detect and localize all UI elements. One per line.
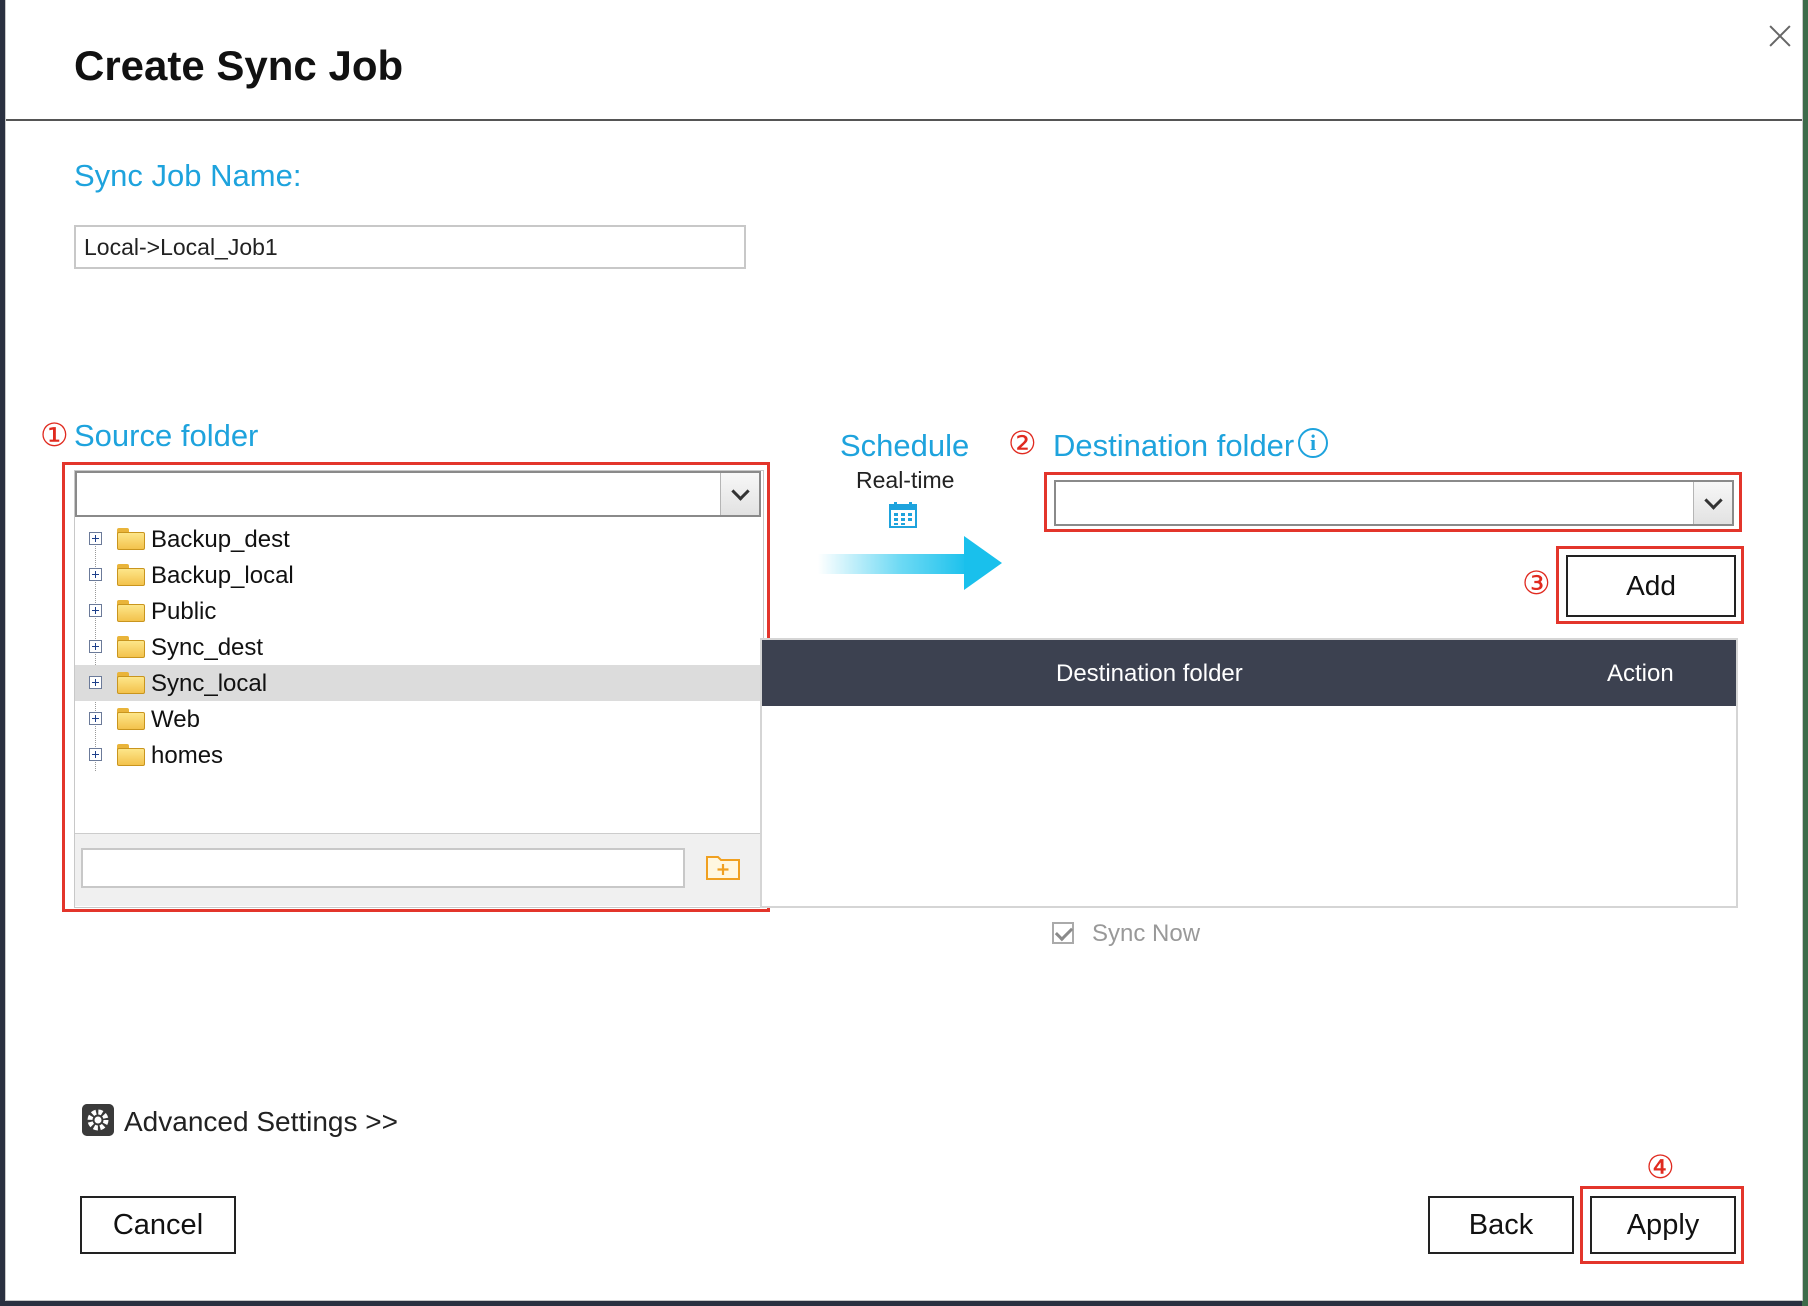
sync-direction-arrow — [818, 536, 1002, 590]
expand-icon[interactable] — [89, 532, 102, 545]
folder-icon — [117, 744, 145, 766]
apply-button[interactable]: Apply — [1590, 1196, 1736, 1254]
tree-item[interactable]: homes — [75, 737, 761, 773]
expand-icon[interactable] — [89, 640, 102, 653]
tree-item[interactable]: Public — [75, 593, 761, 629]
tree-item[interactable]: Sync_local — [75, 665, 761, 701]
add-button[interactable]: Add — [1566, 555, 1736, 617]
create-sync-job-dialog: Create Sync Job Sync Job Name: ① Source … — [6, 0, 1802, 1300]
sync-job-name-label: Sync Job Name: — [74, 158, 302, 193]
source-folder-tree: Backup_dest Backup_local Public Sync_dest Sy… — [75, 521, 761, 881]
schedule-value: Real-time — [856, 467, 955, 493]
background-window-edge — [1802, 0, 1808, 1306]
destination-folder-table: Destination folder Action — [760, 638, 1738, 908]
expand-icon[interactable] — [89, 748, 102, 761]
chevron-down-icon[interactable] — [720, 473, 759, 515]
source-folder-panel: Backup_dest Backup_local Public Sync_dest Sy… — [74, 470, 764, 908]
expand-icon[interactable] — [89, 604, 102, 617]
tree-item[interactable]: Backup_dest — [75, 521, 761, 557]
column-header-destination[interactable]: Destination folder — [1056, 660, 1243, 688]
tree-item[interactable]: Sync_dest — [75, 629, 761, 665]
tree-item-label: homes — [151, 742, 224, 769]
dialog-title: Create Sync Job — [74, 42, 404, 89]
tree-item-label: Sync_dest — [151, 634, 264, 661]
tree-item-label: Sync_local — [151, 670, 268, 697]
folder-icon — [117, 528, 145, 550]
tree-item-label: Backup_dest — [151, 526, 290, 553]
source-path-combobox[interactable] — [75, 471, 761, 517]
step-marker-4: ④ — [1646, 1149, 1675, 1185]
folder-icon — [117, 636, 145, 658]
sync-now-checkbox[interactable] — [1052, 922, 1074, 944]
sync-now-label: Sync Now — [1092, 920, 1201, 947]
tree-item[interactable]: Web — [75, 701, 761, 737]
gear-icon[interactable] — [82, 1104, 114, 1136]
info-icon[interactable]: i — [1298, 428, 1328, 458]
destination-path-combobox[interactable] — [1054, 480, 1734, 526]
folder-icon — [117, 564, 145, 586]
table-header: Destination folder Action — [762, 640, 1736, 706]
tree-item-label: Public — [151, 598, 217, 625]
dialog-header: Create Sync Job — [6, 0, 1802, 121]
sync-job-name-input[interactable] — [74, 225, 746, 269]
folder-icon — [117, 708, 145, 730]
expand-icon[interactable] — [89, 712, 102, 725]
column-header-action[interactable]: Action — [1607, 660, 1674, 688]
chevron-down-icon[interactable] — [1693, 482, 1732, 524]
destination-folder-label: Destination folder — [1053, 428, 1295, 463]
tree-item-label: Web — [151, 706, 200, 733]
source-folder-label: Source folder — [74, 418, 259, 453]
step-marker-2: ② — [1008, 425, 1037, 461]
tree-item-label: Backup_local — [151, 562, 294, 589]
advanced-settings-link[interactable]: Advanced Settings >> — [124, 1106, 398, 1138]
folder-icon — [117, 600, 145, 622]
folder-icon — [117, 672, 145, 694]
step-marker-3: ③ — [1522, 565, 1551, 601]
step-marker-1: ① — [40, 417, 69, 453]
close-icon[interactable] — [1758, 14, 1802, 58]
new-folder-icon[interactable] — [705, 851, 741, 881]
new-folder-bar — [75, 833, 761, 906]
back-button[interactable]: Back — [1428, 1196, 1574, 1254]
calendar-icon[interactable] — [889, 502, 917, 528]
tree-item[interactable]: Backup_local — [75, 557, 761, 593]
expand-icon[interactable] — [89, 568, 102, 581]
cancel-button[interactable]: Cancel — [80, 1196, 236, 1254]
new-folder-input[interactable] — [81, 848, 685, 888]
expand-icon[interactable] — [89, 676, 102, 689]
schedule-label: Schedule — [840, 428, 970, 463]
